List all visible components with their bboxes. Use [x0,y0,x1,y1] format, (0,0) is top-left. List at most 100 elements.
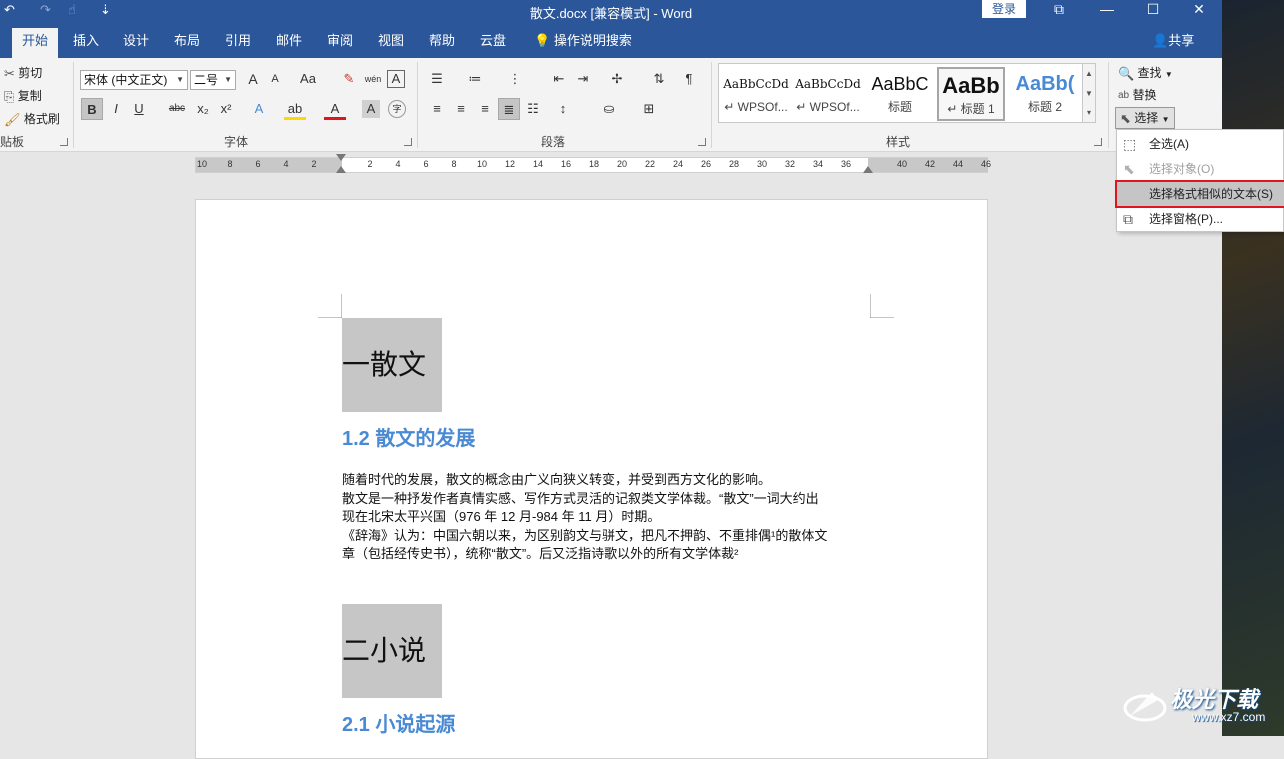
tab-layout[interactable]: 布局 [165,28,209,58]
align-left-button[interactable]: ≡ [426,98,448,120]
numbering-button[interactable]: ≔ [464,68,486,90]
copy-button[interactable]: ⎘ 复制 [4,87,42,105]
select-button[interactable]: ⬉ 选择 ▼ [1115,107,1175,129]
tab-design[interactable]: 设计 [114,28,158,58]
character-border-icon: A [391,71,401,86]
numbering-icon: ≔ [468,71,482,86]
menu-item-select-similar-formatting[interactable]: 选择格式相似的文本(S) [1115,180,1284,208]
increase-indent-button[interactable]: ⇥ [572,68,594,90]
menu-item-selection-pane[interactable]: ⧉ 选择窗格(P)... [1117,207,1284,231]
chevron-down-icon[interactable]: ▼ [1083,84,1095,104]
clipboard-launcher-icon[interactable] [60,138,68,146]
superscript-button[interactable]: x² [215,98,237,120]
underline-button[interactable]: U [128,98,150,120]
align-right-button[interactable]: ≡ [474,98,496,120]
tab-home[interactable]: 开始 [12,28,58,58]
distributed-button[interactable]: ☷ [522,98,544,120]
character-shading-button[interactable]: A [362,100,380,118]
style-item[interactable]: AaBbCcDd ↵ WPSOf... [794,67,862,121]
ruler-tick: 6 [255,159,261,169]
enclose-characters-button[interactable]: 字 [388,100,406,118]
close-icon[interactable]: ✕ [1184,1,1214,19]
right-indent-marker[interactable] [863,166,873,173]
hanging-indent-marker[interactable] [336,166,346,173]
gallery-scroll[interactable]: ▲ ▼ ▾ [1082,63,1096,123]
style-sample: AaBb( [1015,73,1075,95]
subscript-button[interactable]: x₂ [192,98,214,120]
paragraph-launcher-icon[interactable] [698,138,706,146]
cut-label: 剪切 [18,66,43,80]
text-effects-button[interactable]: A [248,98,270,120]
shrink-font-icon: A [271,73,279,85]
copy-icon: ⎘ [4,88,15,104]
maximize-icon[interactable]: ☐ [1138,1,1168,19]
paragraph-group-label: 段落 [541,135,566,149]
asian-layout-button[interactable]: ✢ [606,68,628,90]
minimize-icon[interactable]: — [1092,1,1122,19]
shrink-font-button[interactable]: A [264,68,286,90]
sort-icon: ⇅ [653,71,665,86]
strikethrough-button[interactable]: abc [166,98,188,120]
find-button[interactable]: 🔍 查找 ▼ [1118,64,1173,82]
login-button[interactable]: 登录 [982,0,1026,18]
ruler-tick: 18 [588,159,600,169]
expand-gallery-icon[interactable]: ▾ [1083,104,1095,122]
font-name-combo[interactable]: 宋体 (中文正文) ▼ [80,70,188,90]
shading-button[interactable]: ⛀ [598,98,620,120]
horizontal-ruler[interactable]: 10 8 6 4 2 2 4 6 8 10 12 14 16 18 20 22 24 26 28 30 32 34 36 40… [195,154,992,173]
phonetic-guide-button[interactable]: wén [362,68,384,90]
tell-me-search[interactable]: 💡 操作说明搜索 [534,28,632,54]
ruler-tick: 44 [952,159,964,169]
change-case-button[interactable]: Aa [294,68,322,90]
style-item[interactable]: AaBbCcDd ↵ WPSOf... [722,67,790,121]
chevron-up-icon[interactable]: ▲ [1083,64,1095,84]
style-item[interactable]: AaBbC 标题 [866,67,934,121]
document-page[interactable]: 一散文 1.2 散文的发展 随着时代的发展，散文的概念由广义向狭义转变，并受到西… [195,199,988,759]
show-marks-button[interactable]: ¶ [678,68,700,90]
tab-help[interactable]: 帮助 [420,28,464,58]
tab-mailings[interactable]: 邮件 [267,28,311,58]
font-launcher-icon[interactable] [404,138,412,146]
styles-gallery: AaBbCcDd ↵ WPSOf... AaBbCcDd ↵ WPSOf... … [718,63,1086,123]
styles-launcher-icon[interactable] [1094,138,1102,146]
justify-button[interactable]: ≣ [498,98,520,120]
grow-font-button[interactable]: A [242,68,264,90]
align-center-button[interactable]: ≡ [450,98,472,120]
tab-insert[interactable]: 插入 [64,28,108,58]
sort-button[interactable]: ⇅ [648,68,670,90]
tab-review[interactable]: 审阅 [318,28,362,58]
multilevel-list-button[interactable]: ⋮ [504,68,526,90]
font-color-button[interactable]: A [324,98,346,120]
italic-button[interactable]: I [105,98,127,120]
paint-bucket-icon: ⛀ [603,101,615,116]
style-item-selected[interactable]: AaBb ↵ 标题 1 [937,67,1005,121]
asian-layout-icon: ✢ [611,71,623,86]
clear-formatting-button[interactable]: ✎ [338,68,360,90]
tab-references[interactable]: 引用 [216,28,260,58]
borders-button[interactable]: ⊞ [638,98,660,120]
replace-button[interactable]: ab 替换 [1118,86,1156,103]
bullets-button[interactable]: ☰ [426,68,448,90]
font-size-combo[interactable]: 二号 ▼ [190,70,236,90]
ruler-tick: 46 [980,159,992,169]
menu-item-select-objects[interactable]: ⬉ 选择对象(O) [1117,157,1284,181]
cut-button[interactable]: ✂ 剪切 [4,64,42,82]
tab-view[interactable]: 视图 [369,28,413,58]
group-separator [417,62,418,148]
ribbon-display-options-icon[interactable]: ⧉ [1044,1,1074,19]
format-painter-button[interactable]: 🖌 格式刷 [4,110,60,128]
share-button[interactable]: 👤共享 [1152,28,1194,54]
menu-item-select-all[interactable]: ⬚ 全选(A) [1117,132,1284,156]
first-line-indent-marker[interactable] [336,154,346,161]
selection-pane-icon: ⧉ [1123,211,1133,227]
decrease-indent-button[interactable]: ⇤ [548,68,570,90]
tab-cloud[interactable]: 云盘 [471,28,515,58]
ruler-tick: 16 [560,159,572,169]
bold-button[interactable]: B [81,98,103,120]
style-item[interactable]: AaBb( 标题 2 [1011,67,1079,121]
highlight-button[interactable]: ab [284,98,306,120]
desktop-wallpaper [1222,0,1284,736]
line-spacing-button[interactable]: ↕ [552,98,574,120]
character-border-button[interactable]: A [387,70,405,88]
enclose-characters-icon: 字 [392,104,402,114]
